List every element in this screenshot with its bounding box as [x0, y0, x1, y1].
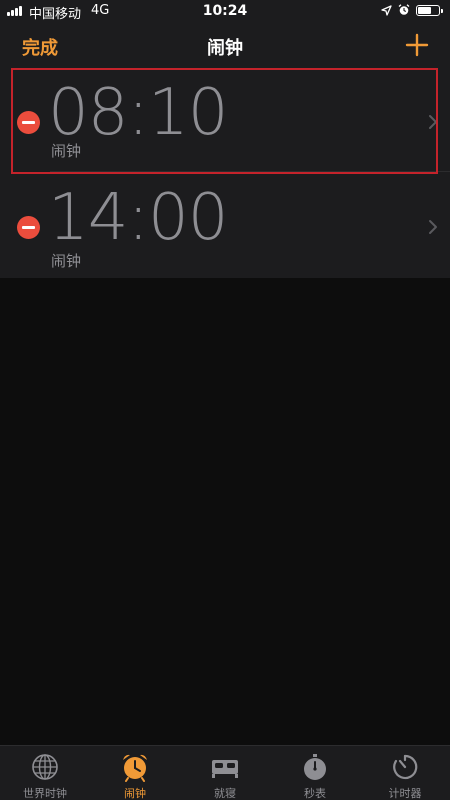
alarm-label: 闹钟 [51, 252, 82, 270]
tab-label: 就寝 [214, 787, 236, 800]
chevron-right-icon[interactable] [428, 219, 438, 235]
tab-alarm[interactable]: 闹钟 [90, 746, 180, 800]
bed-icon [212, 760, 238, 778]
alarm-time: 08:10 [48, 76, 228, 150]
alarm-icon [398, 4, 410, 15]
tab-label: 世界时钟 [23, 787, 67, 800]
timer-icon [393, 754, 418, 780]
alarm-row[interactable]: 14:00 闹钟 [0, 172, 450, 278]
location-icon [381, 5, 392, 16]
globe-icon [32, 754, 58, 780]
tab-bedtime[interactable]: 就寝 [180, 746, 270, 800]
tab-bar: 世界时钟 闹钟 就寝 秒表 计时器 [0, 745, 450, 800]
chevron-right-icon[interactable] [428, 114, 438, 130]
tab-label: 闹钟 [124, 787, 146, 800]
tab-label: 秒表 [304, 787, 326, 800]
stopwatch-icon [304, 754, 326, 780]
tab-timer[interactable]: 计时器 [360, 746, 450, 800]
navigation-bar: 完成 闹钟 [0, 22, 450, 66]
alarm-label: 闹钟 [51, 142, 82, 160]
alarm-list: 08:10 闹钟 14:00 闹钟 [0, 66, 450, 278]
clock-app-screen: 中国移动 4G 10:24 完成 闹钟 08:10 闹钟 14:00 闹钟 世界… [0, 0, 450, 800]
tab-label: 计时器 [388, 787, 422, 800]
page-title: 闹钟 [207, 38, 243, 59]
status-bar: 中国移动 4G 10:24 [0, 0, 450, 22]
delete-alarm-button[interactable] [17, 216, 40, 239]
tab-world-clock[interactable]: 世界时钟 [0, 746, 90, 800]
alarm-clock-icon [123, 754, 147, 782]
tab-stopwatch[interactable]: 秒表 [270, 746, 360, 800]
done-button[interactable]: 完成 [22, 34, 58, 60]
plus-icon[interactable] [404, 32, 430, 58]
alarm-row[interactable]: 08:10 闹钟 [0, 66, 450, 172]
battery-icon [416, 5, 443, 16]
alarm-time: 14:00 [48, 181, 228, 255]
delete-alarm-button[interactable] [17, 111, 40, 134]
